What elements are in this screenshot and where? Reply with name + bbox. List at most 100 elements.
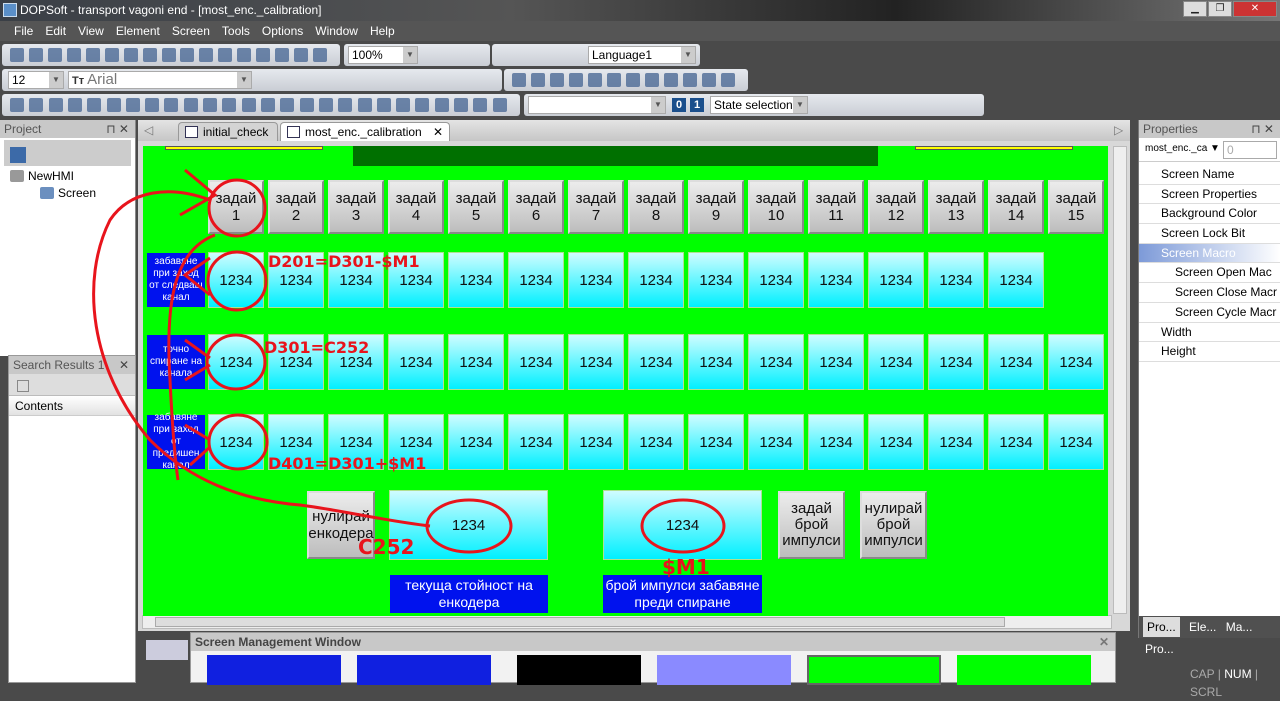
- object-selector[interactable]: most_enc._ca ▼: [1142, 141, 1222, 159]
- numeric-input-cell[interactable]: 1234: [628, 334, 684, 390]
- minimize-button[interactable]: ▁: [1183, 1, 1207, 17]
- maximize-button[interactable]: ❐: [1208, 1, 1232, 17]
- toolbar-tool-icon[interactable]: [607, 73, 621, 87]
- toolbar-tool-icon[interactable]: [10, 98, 24, 112]
- numeric-input-cell[interactable]: 1234: [208, 252, 264, 308]
- set-channel-button[interactable]: задай 5: [448, 180, 504, 234]
- numeric-input-cell[interactable]: 1234: [748, 334, 804, 390]
- toolbar-tool-icon[interactable]: [106, 98, 121, 112]
- toolbar-tool-icon[interactable]: [683, 73, 697, 87]
- toolbar-tool-icon[interactable]: [123, 48, 138, 62]
- numeric-input-cell[interactable]: 1234: [868, 334, 924, 390]
- toolbar-tool-icon[interactable]: [338, 98, 353, 112]
- numeric-input-cell[interactable]: 1234: [268, 252, 324, 308]
- set-channel-button[interactable]: задай 11: [808, 180, 864, 234]
- toolbar-tool-icon[interactable]: [256, 48, 271, 62]
- set-channel-button[interactable]: задай 8: [628, 180, 684, 234]
- property-row[interactable]: Width: [1139, 322, 1280, 343]
- numeric-input-cell[interactable]: 1234: [508, 252, 564, 308]
- toolbar-tool-icon[interactable]: [125, 98, 140, 112]
- numeric-input-cell[interactable]: 1234: [508, 414, 564, 470]
- toolbar-tool-icon[interactable]: [294, 48, 309, 62]
- property-row[interactable]: Screen Lock Bit: [1139, 224, 1280, 244]
- numeric-input-cell[interactable]: 1234: [208, 334, 264, 390]
- property-row[interactable]: Screen Macro: [1139, 243, 1280, 264]
- numeric-input-cell[interactable]: 1234: [748, 414, 804, 470]
- toolbar-tool-icon[interactable]: [67, 98, 82, 112]
- toolbar-tool-icon[interactable]: [357, 98, 372, 112]
- screen-thumbnail[interactable]: [517, 655, 641, 685]
- toolbar-tool-icon[interactable]: [569, 73, 583, 87]
- numeric-input-cell[interactable]: 1234: [1048, 334, 1104, 390]
- tab-project[interactable]: Pro...: [1145, 642, 1174, 656]
- menu-help[interactable]: Help: [370, 24, 395, 38]
- property-row[interactable]: Screen Open Mac: [1139, 263, 1280, 284]
- set-channel-button[interactable]: задай 4: [388, 180, 444, 234]
- state-1-button[interactable]: 1: [690, 98, 704, 112]
- menu-tools[interactable]: Tools: [222, 24, 250, 38]
- state-0-button[interactable]: 0: [672, 98, 686, 112]
- spin-field[interactable]: 0: [1223, 141, 1277, 159]
- toolbar-tool-icon[interactable]: [275, 48, 290, 62]
- clear-icon[interactable]: [17, 380, 29, 392]
- toolbar-tool-icon[interactable]: [241, 98, 256, 112]
- property-row[interactable]: Height: [1139, 342, 1280, 362]
- numeric-input-cell[interactable]: 1234: [568, 252, 624, 308]
- tab-macro[interactable]: Ma...: [1226, 620, 1253, 634]
- pulses-value-display[interactable]: 1234: [603, 490, 762, 560]
- toolbar-tool-icon[interactable]: [66, 48, 81, 62]
- numeric-input-cell[interactable]: 1234: [508, 334, 564, 390]
- toolbar-tool-icon[interactable]: [492, 98, 507, 112]
- toolbar-tool-icon[interactable]: [318, 98, 333, 112]
- toolbar-tool-icon[interactable]: [396, 98, 411, 112]
- numeric-input-cell[interactable]: 1234: [688, 252, 744, 308]
- tree-root[interactable]: NewHMI: [10, 168, 135, 185]
- numeric-input-cell[interactable]: 1234: [268, 334, 324, 390]
- numeric-input-cell[interactable]: 1234: [448, 252, 504, 308]
- tab-scroll-right-icon[interactable]: ▷: [1114, 123, 1123, 137]
- numeric-input-cell[interactable]: 1234: [388, 252, 444, 308]
- close-tab-icon[interactable]: ✕: [433, 123, 443, 142]
- tree-item[interactable]: Screen: [40, 185, 135, 202]
- tab-scroll-left-icon[interactable]: ◁: [144, 123, 153, 137]
- numeric-input-cell[interactable]: 1234: [988, 334, 1044, 390]
- toolbar-tool-icon[interactable]: [47, 48, 62, 62]
- numeric-input-cell[interactable]: 1234: [988, 252, 1044, 308]
- tab-properties[interactable]: Pro...: [1143, 617, 1180, 637]
- property-row[interactable]: Screen Name: [1139, 165, 1280, 185]
- numeric-input-cell[interactable]: 1234: [688, 334, 744, 390]
- screen-nav-buttons[interactable]: [146, 640, 188, 660]
- toolbar-tool-icon[interactable]: [299, 98, 314, 112]
- toolbar-tool-icon[interactable]: [645, 73, 659, 87]
- set-channel-button[interactable]: задай 7: [568, 180, 624, 234]
- toolbar-tool-icon[interactable]: [29, 98, 44, 112]
- vertical-scrollbar[interactable]: [1113, 146, 1127, 614]
- numeric-input-cell[interactable]: 1234: [388, 414, 444, 470]
- numeric-input-cell[interactable]: 1234: [328, 414, 384, 470]
- menu-screen[interactable]: Screen: [172, 24, 210, 38]
- menu-view[interactable]: View: [78, 24, 104, 38]
- toolbar-tool-icon[interactable]: [161, 48, 176, 62]
- language-select[interactable]: Language1 ▼: [588, 46, 696, 64]
- toolbar-tool-icon[interactable]: [87, 98, 102, 112]
- set-channel-button[interactable]: задай 12: [868, 180, 924, 234]
- set-channel-button[interactable]: задай 6: [508, 180, 564, 234]
- numeric-input-cell[interactable]: 1234: [928, 334, 984, 390]
- close-icon[interactable]: ⊓ ✕: [1251, 120, 1274, 138]
- numeric-input-cell[interactable]: 1234: [868, 414, 924, 470]
- set-channel-button[interactable]: задай 15: [1048, 180, 1104, 234]
- set-channel-button[interactable]: задай 2: [268, 180, 324, 234]
- close-button[interactable]: ✕: [1233, 1, 1277, 17]
- toolbar-tool-icon[interactable]: [454, 98, 469, 112]
- menu-window[interactable]: Window: [315, 24, 358, 38]
- numeric-input-cell[interactable]: 1234: [328, 334, 384, 390]
- screen-thumbnail[interactable]: [357, 655, 491, 685]
- numeric-input-cell[interactable]: 1234: [208, 414, 264, 470]
- screen-thumbnail[interactable]: [207, 655, 341, 685]
- numeric-input-cell[interactable]: 1234: [808, 252, 864, 308]
- toolbar-tool-icon[interactable]: [550, 73, 564, 87]
- toolbar-tool-icon[interactable]: [28, 48, 43, 62]
- numeric-input-cell[interactable]: 1234: [268, 414, 324, 470]
- object-select[interactable]: ▼: [528, 96, 666, 114]
- menu-edit[interactable]: Edit: [45, 24, 66, 38]
